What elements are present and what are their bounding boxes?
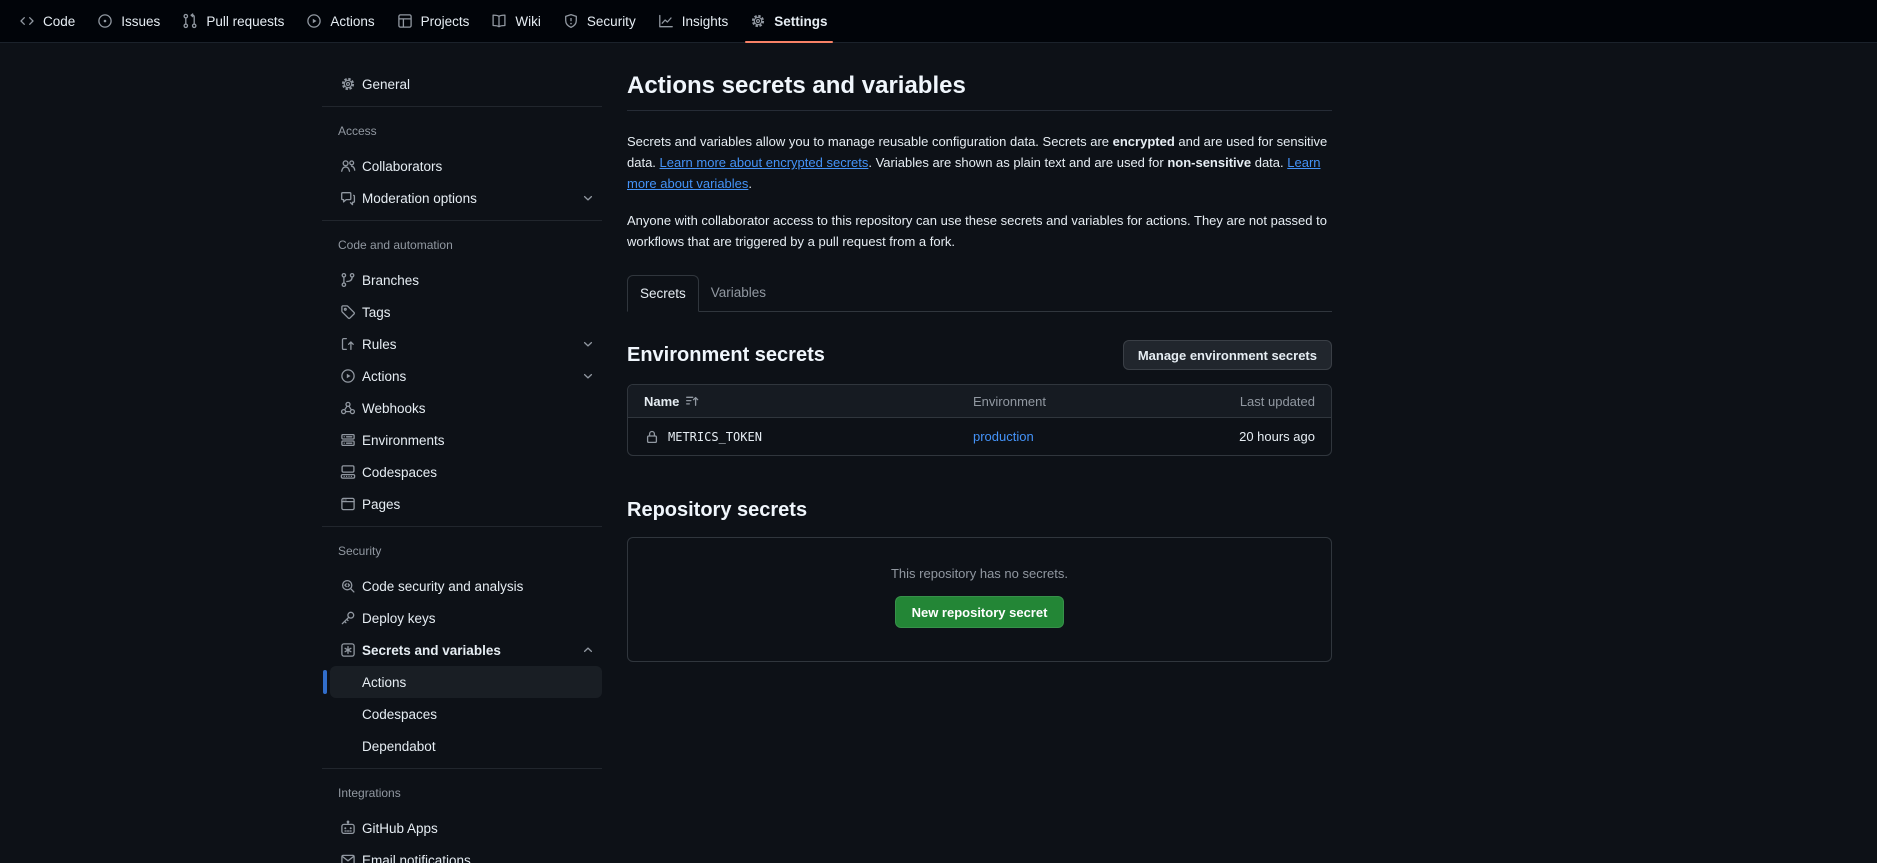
sidebar-item-actions[interactable]: Actions: [330, 360, 602, 392]
fork-note-text: Anyone with collaborator access to this …: [627, 210, 1332, 252]
sidebar-item-github-apps[interactable]: GitHub Apps: [330, 812, 602, 844]
sort-ascending-icon: [684, 393, 700, 409]
repo-tab-pull-requests[interactable]: Pull requests: [171, 0, 295, 42]
column-header-environment: Environment: [973, 394, 1203, 409]
browser-icon: [340, 496, 356, 512]
rules-icon: [340, 336, 356, 352]
chevron-up-icon: [580, 642, 596, 658]
codespaces-icon: [340, 464, 356, 480]
book-icon: [491, 13, 507, 29]
table-icon: [397, 13, 413, 29]
sidebar-divider: [322, 106, 602, 107]
sidebar-item-branches[interactable]: Branches: [330, 264, 602, 296]
git-branch-icon: [340, 272, 356, 288]
sidebar-item-environments[interactable]: Environments: [330, 424, 602, 456]
comment-discussion-icon: [340, 190, 356, 206]
repo-tab-settings[interactable]: Settings: [739, 0, 838, 42]
play-icon: [306, 13, 322, 29]
repo-tab-security[interactable]: Security: [552, 0, 647, 42]
gear-icon: [750, 13, 766, 29]
table-header-row: Name Environment Last updated: [628, 385, 1331, 418]
tab-variables[interactable]: Variables: [699, 275, 778, 311]
inline-link[interactable]: Learn more about encrypted secrets: [660, 155, 869, 170]
code-icon: [19, 13, 35, 29]
asterisk-box-icon: [340, 642, 356, 658]
sidebar-item-code-security[interactable]: Code security and analysis: [330, 570, 602, 602]
sidebar-divider: [322, 768, 602, 769]
repository-secrets-heading: Repository secrets: [627, 499, 1332, 522]
environment-secrets-heading: Environment secrets: [627, 344, 825, 367]
issue-opened-icon: [97, 13, 113, 29]
sidebar-subitem-actions[interactable]: Actions: [330, 666, 602, 698]
repo-nav: Code Issues Pull requests Actions Projec…: [0, 0, 1877, 43]
new-repository-secret-button[interactable]: New repository secret: [895, 596, 1065, 628]
sidebar-item-email-notifications[interactable]: Email notifications: [330, 844, 602, 863]
github-repo-settings-page: Code Issues Pull requests Actions Projec…: [0, 0, 1877, 863]
chevron-down-icon: [580, 368, 596, 384]
sidebar-item-general[interactable]: General: [330, 68, 602, 100]
git-pull-request-icon: [182, 13, 198, 29]
tag-icon: [340, 304, 356, 320]
sidebar-item-codespaces[interactable]: Codespaces: [330, 456, 602, 488]
sidebar-item-rules[interactable]: Rules: [330, 328, 602, 360]
rows-icon: [340, 432, 356, 448]
sidebar-divider: [322, 220, 602, 221]
secret-name: METRICS_TOKEN: [668, 430, 762, 444]
sidebar-item-moderation-options[interactable]: Moderation options: [330, 182, 602, 214]
sidebar-section-security: Security: [330, 541, 602, 561]
repo-tab-actions[interactable]: Actions: [295, 0, 385, 42]
sidebar-item-pages[interactable]: Pages: [330, 488, 602, 520]
sidebar-item-deploy-keys[interactable]: Deploy keys: [330, 602, 602, 634]
gear-icon: [340, 76, 356, 92]
last-updated-value: 20 hours ago: [1203, 429, 1315, 444]
chevron-down-icon: [580, 336, 596, 352]
secrets-variables-tabnav: Secrets Variables: [627, 275, 1332, 312]
graph-icon: [658, 13, 674, 29]
environment-secrets-header: Environment secrets Manage environment s…: [627, 339, 1332, 371]
environment-secrets-table: Name Environment Last updated METRICS_TO…: [627, 384, 1332, 456]
environment-link[interactable]: production: [973, 429, 1034, 444]
sidebar-divider: [322, 526, 602, 527]
lock-icon: [644, 429, 660, 445]
sidebar-section-code-automation: Code and automation: [330, 235, 602, 255]
tab-secrets[interactable]: Secrets: [627, 275, 699, 312]
intro-text: Secrets and variables allow you to manag…: [627, 131, 1332, 194]
codescan-icon: [340, 578, 356, 594]
empty-message: This repository has no secrets.: [891, 566, 1068, 581]
main-content: Actions secrets and variables Secrets an…: [627, 43, 1332, 662]
sidebar-item-collaborators[interactable]: Collaborators: [330, 150, 602, 182]
column-header-name[interactable]: Name: [644, 393, 973, 409]
manage-environment-secrets-button[interactable]: Manage environment secrets: [1123, 340, 1332, 370]
play-icon: [340, 368, 356, 384]
hubot-icon: [340, 820, 356, 836]
settings-sidebar: General Access Collaborators Moderation …: [322, 43, 602, 863]
key-icon: [340, 610, 356, 626]
sidebar-item-tags[interactable]: Tags: [330, 296, 602, 328]
repo-tab-projects[interactable]: Projects: [386, 0, 481, 42]
chevron-down-icon: [580, 190, 596, 206]
sidebar-item-webhooks[interactable]: Webhooks: [330, 392, 602, 424]
sidebar-section-integrations: Integrations: [330, 783, 602, 803]
sidebar-item-secrets-and-variables[interactable]: Secrets and variables: [330, 634, 602, 666]
repo-tab-issues[interactable]: Issues: [86, 0, 171, 42]
sidebar-subitem-dependabot[interactable]: Dependabot: [330, 730, 602, 762]
sidebar-subitem-codespaces[interactable]: Codespaces: [330, 698, 602, 730]
shield-icon: [563, 13, 579, 29]
page-title: Actions secrets and variables: [627, 70, 1332, 111]
sidebar-section-access: Access: [330, 121, 602, 141]
secret-table-row: METRICS_TOKEN production 20 hours ago: [628, 418, 1331, 455]
people-icon: [340, 158, 356, 174]
column-header-last-updated: Last updated: [1203, 394, 1315, 409]
mail-icon: [340, 852, 356, 863]
webhook-icon: [340, 400, 356, 416]
repository-secrets-empty-box: This repository has no secrets. New repo…: [627, 537, 1332, 662]
repo-tab-code[interactable]: Code: [8, 0, 86, 42]
repo-tab-wiki[interactable]: Wiki: [480, 0, 552, 42]
repo-tab-insights[interactable]: Insights: [647, 0, 740, 42]
